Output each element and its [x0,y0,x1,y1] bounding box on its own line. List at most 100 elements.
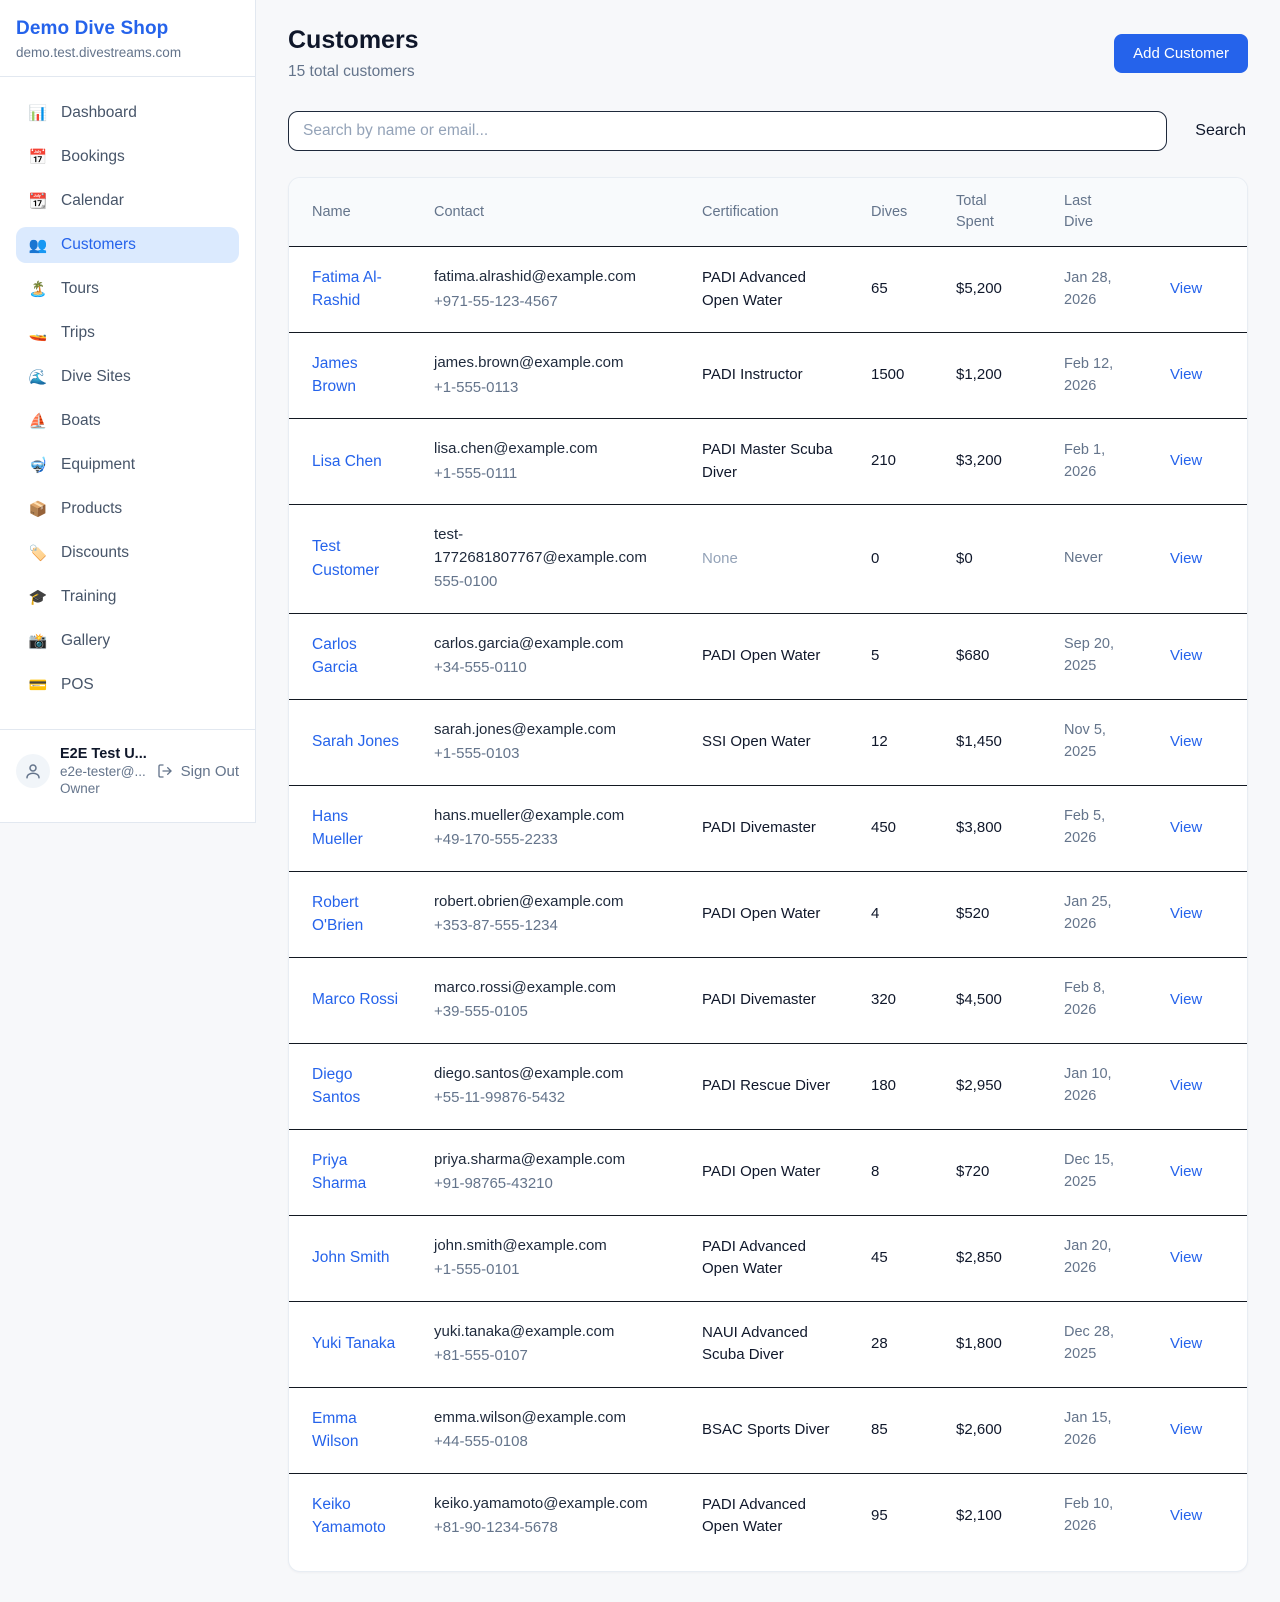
speedboat-icon: 🚤 [28,326,48,341]
customer-name-link[interactable]: Carlos Garcia [312,633,402,680]
customer-phone: +1-555-0101 [434,1259,674,1282]
sidebar-item-products[interactable]: 📦Products [16,491,239,527]
customer-name-link[interactable]: James Brown [312,352,402,399]
sidebar-item-dashboard[interactable]: 📊 Dashboard [16,95,239,131]
sidebar-item-label: Customers [61,236,136,254]
customer-name-link[interactable]: Yuki Tanaka [312,1332,395,1355]
add-customer-button[interactable]: Add Customer [1114,34,1248,73]
customer-certification: PADI Divemaster [702,989,834,1012]
customer-last-dive: Dec 28, 2025 [1064,1322,1134,1366]
sign-out-button[interactable]: Sign Out [157,763,239,780]
customer-phone: +49-170-555-2233 [434,829,674,852]
customer-total-spent: $2,950 [956,1043,1064,1129]
customer-name-link[interactable]: Diego Santos [312,1063,402,1110]
table-row: Robert O'Brienrobert.obrien@example.com+… [289,871,1247,957]
camera-icon: 📸 [28,634,48,649]
page-header-text: Customers 15 total customers [288,26,419,81]
customer-name-link[interactable]: Marco Rossi [312,988,398,1011]
sidebar-item-label: Bookings [61,148,125,166]
customer-dives-count: 12 [871,699,956,785]
credit-card-icon: 💳 [28,678,48,693]
bar-chart-icon: 📊 [28,106,48,121]
search-input[interactable] [288,111,1167,151]
sidebar-item-calendar[interactable]: 📆Calendar [16,183,239,219]
view-customer-link[interactable]: View [1170,819,1202,836]
view-customer-link[interactable]: View [1170,366,1202,383]
sidebar-item-label: Trips [61,324,95,342]
customer-certification: PADI Master Scuba Diver [702,439,834,484]
customer-email: test-1772681807767@example.com [434,524,674,569]
sidebar-item-label: POS [61,676,94,694]
customer-name-link[interactable]: Robert O'Brien [312,891,402,938]
customer-name-link[interactable]: Emma Wilson [312,1407,402,1454]
user-meta: E2E Test U... e2e-tester@... Owner [60,746,147,796]
view-customer-link[interactable]: View [1170,1077,1202,1094]
sidebar-item-trips[interactable]: 🚤 Trips [16,315,239,351]
customer-total-spent: $2,600 [956,1387,1064,1473]
customer-total-spent: $2,850 [956,1215,1064,1301]
customer-name-link[interactable]: Lisa Chen [312,450,382,473]
table-row: Hans Muellerhans.mueller@example.com+49-… [289,785,1247,871]
sidebar-item-boats[interactable]: ⛵Boats [16,403,239,439]
view-customer-link[interactable]: View [1170,280,1202,297]
customer-dives-count: 180 [871,1043,956,1129]
customer-email: james.brown@example.com [434,352,674,375]
sidebar-item-gallery[interactable]: 📸 Gallery [16,623,239,659]
customer-name-link[interactable]: Sarah Jones [312,730,399,753]
customer-phone: +91-98765-43210 [434,1173,674,1196]
view-customer-link[interactable]: View [1170,1421,1202,1438]
column-header-label: Total Spent [956,191,1002,233]
customer-last-dive: Jan 20, 2026 [1064,1236,1134,1280]
sidebar-item-equipment[interactable]: 🤿Equipment [16,447,239,483]
view-customer-link[interactable]: View [1170,452,1202,469]
customer-name-link[interactable]: Priya Sharma [312,1149,402,1196]
sidebar-item-pos[interactable]: 💳 POS [16,667,239,703]
customers-table: NameContactCertificationDivesTotal Spent… [289,178,1247,1559]
customer-email: robert.obrien@example.com [434,891,674,914]
customer-total-spent: $720 [956,1129,1064,1215]
sidebar-item-dive-sites[interactable]: 🌊Dive Sites [16,359,239,395]
customer-name-link[interactable]: Fatima Al-Rashid [312,266,402,313]
shop-name: Demo Dive Shop [16,18,239,40]
sidebar-item-training[interactable]: 🎓Training [16,579,239,615]
customer-name-link[interactable]: Hans Mueller [312,805,402,852]
sidebar-item-label: Gallery [61,632,110,650]
customer-name-link[interactable]: Test Customer [312,535,402,582]
view-customer-link[interactable]: View [1170,647,1202,664]
customer-certification: PADI Advanced Open Water [702,1236,834,1281]
customer-certification: PADI Instructor [702,364,834,387]
customer-dives-count: 5 [871,613,956,699]
view-customer-link[interactable]: View [1170,733,1202,750]
calendar-icon: 📅 [28,150,48,165]
sidebar-item-label: Dashboard [61,104,137,122]
search-button[interactable]: Search [1193,114,1248,148]
view-customer-link[interactable]: View [1170,1249,1202,1266]
customer-total-spent: $680 [956,613,1064,699]
customer-dives-count: 450 [871,785,956,871]
customer-certification: PADI Rescue Diver [702,1075,834,1098]
customer-total-spent: $1,200 [956,333,1064,419]
customer-name-link[interactable]: John Smith [312,1246,390,1269]
customer-total-spent: $0 [956,505,1064,614]
column-header-label: Certification [702,202,855,223]
customer-email: sarah.jones@example.com [434,719,674,742]
view-customer-link[interactable]: View [1170,1507,1202,1524]
view-customer-link[interactable]: View [1170,991,1202,1008]
customer-dives-count: 85 [871,1387,956,1473]
avatar [16,754,50,788]
view-customer-link[interactable]: View [1170,1163,1202,1180]
customer-certification: PADI Open Water [702,645,834,668]
sidebar-item-customers[interactable]: 👥Customers [16,227,239,263]
table-row: Emma Wilsonemma.wilson@example.com+44-55… [289,1387,1247,1473]
view-customer-link[interactable]: View [1170,550,1202,567]
table-row: James Brownjames.brown@example.com+1-555… [289,333,1247,419]
view-customer-link[interactable]: View [1170,905,1202,922]
sidebar-item-tours[interactable]: 🏝️Tours [16,271,239,307]
customer-phone: +39-555-0105 [434,1001,674,1024]
customer-certification: SSI Open Water [702,731,834,754]
view-customer-link[interactable]: View [1170,1335,1202,1352]
sidebar-item-discounts[interactable]: 🏷️Discounts [16,535,239,571]
customer-name-link[interactable]: Keiko Yamamoto [312,1493,402,1540]
sidebar-item-bookings[interactable]: 📅 Bookings [16,139,239,175]
sidebar-item-label: Boats [61,412,101,430]
